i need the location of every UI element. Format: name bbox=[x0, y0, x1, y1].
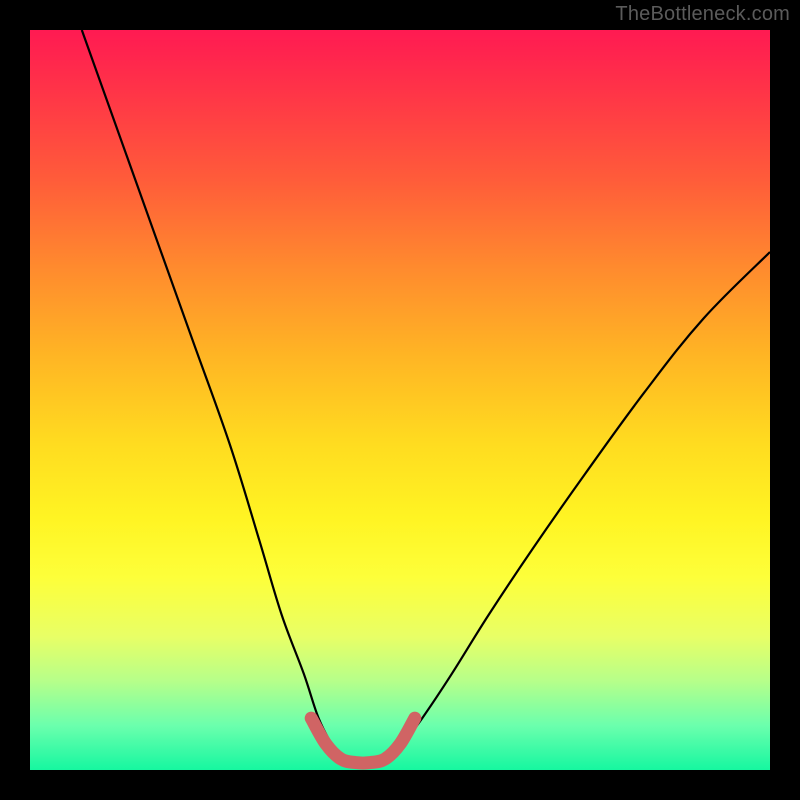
chart-plot-area bbox=[30, 30, 770, 770]
chart-svg bbox=[30, 30, 770, 770]
watermark-text: TheBottleneck.com bbox=[615, 3, 790, 26]
curve-trough-highlight bbox=[311, 718, 415, 763]
curve-left-branch bbox=[82, 30, 334, 748]
curve-right-branch bbox=[400, 252, 770, 748]
